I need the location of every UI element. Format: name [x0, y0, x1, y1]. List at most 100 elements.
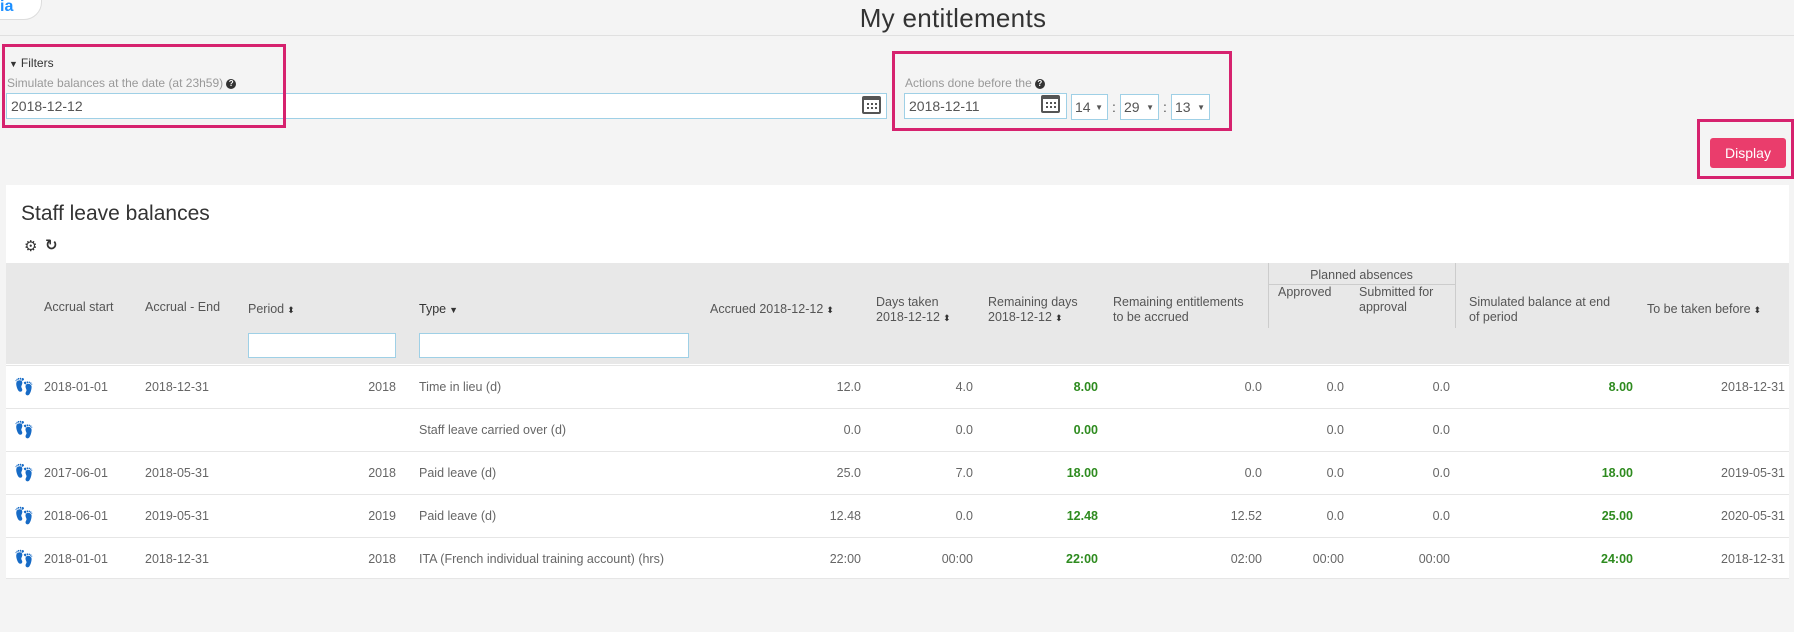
- cell-remaining: 8.00: [1073, 380, 1098, 394]
- gear-icon[interactable]: ⚙: [24, 239, 37, 254]
- cell-to-be-taken: 2020-05-31: [1721, 509, 1785, 523]
- cell-simulated: 24:00: [1601, 552, 1633, 566]
- table-row[interactable]: 👣 Staff leave carried over (d) 0.0 0.0 0…: [6, 408, 1789, 451]
- cell-simulated: 18.00: [1601, 466, 1633, 480]
- table-row[interactable]: 👣 2018-01-01 2018-12-31 2018 ITA (French…: [6, 537, 1789, 580]
- sort-icon: ⬍: [942, 313, 951, 323]
- col-accrual-end[interactable]: Accrual - End: [145, 300, 220, 315]
- col-days-taken-line1: Days taken: [876, 295, 939, 309]
- cell-accrual-start: 2018-01-01: [44, 552, 108, 566]
- page-title: My entitlements: [859, 3, 1047, 33]
- sort-icon: ⬍: [1054, 313, 1063, 323]
- table-bottom-border: [6, 578, 1789, 579]
- cell-approved: 0.0: [1326, 423, 1344, 437]
- table-row[interactable]: 👣 2018-06-01 2019-05-31 2019 Paid leave …: [6, 494, 1789, 537]
- col-simulated-line2: of period: [1469, 310, 1518, 324]
- col-submitted-line1: Submitted for: [1359, 285, 1434, 299]
- col-submitted-line2: approval: [1359, 300, 1407, 314]
- balances-panel: Staff leave balances ⚙ ↻ Accrual start A…: [6, 185, 1789, 579]
- period-filter-input[interactable]: [248, 333, 396, 358]
- col-simulated: Simulated balance at end of period: [1469, 295, 1610, 325]
- cell-approved: 0.0: [1326, 509, 1344, 523]
- flip-flops-icon: 👣: [14, 508, 34, 525]
- highlight-box-actions: [892, 51, 1232, 131]
- cell-days-taken: 00:00: [941, 552, 973, 566]
- cell-remaining-ent: 0.0: [1244, 466, 1262, 480]
- header-divider: [0, 35, 1794, 36]
- type-filter-input[interactable]: [419, 333, 689, 358]
- col-type[interactable]: Type ▼: [419, 302, 458, 318]
- display-button[interactable]: Display: [1710, 138, 1786, 168]
- col-accrual-start[interactable]: Accrual start: [44, 300, 113, 315]
- planned-absences-label: Planned absences: [1310, 268, 1413, 282]
- cell-approved: 00:00: [1312, 552, 1344, 566]
- cell-type: Time in lieu (d): [419, 380, 502, 394]
- cell-remaining-ent: 02:00: [1230, 552, 1262, 566]
- cell-remaining-ent: 0.0: [1244, 380, 1262, 394]
- planned-absences-group: Planned absences: [1268, 265, 1455, 285]
- flip-flops-icon: 👣: [14, 379, 34, 396]
- flip-flops-icon: 👣: [14, 465, 34, 482]
- sort-icon: ⬍: [826, 305, 834, 315]
- cell-submitted: 0.0: [1432, 509, 1450, 523]
- col-remaining-days[interactable]: Remaining days 2018-12-12 ⬍: [988, 295, 1078, 326]
- col-approved: Approved: [1278, 285, 1332, 299]
- cell-remaining: 22:00: [1066, 552, 1098, 566]
- col-to-be-taken[interactable]: To be taken before ⬍: [1647, 302, 1761, 318]
- cell-remaining: 12.48: [1066, 509, 1098, 523]
- cell-accrued: 22:00: [829, 552, 861, 566]
- table-row[interactable]: 👣 2018-01-01 2018-12-31 2018 Time in lie…: [6, 365, 1789, 408]
- cell-remaining: 0.00: [1073, 423, 1098, 437]
- cell-accrual-end: 2018-05-31: [145, 466, 209, 480]
- cell-period: 2018: [368, 380, 396, 394]
- sort-desc-icon: ▼: [449, 305, 459, 315]
- cell-period: 2019: [368, 509, 396, 523]
- cell-period: 2018: [368, 552, 396, 566]
- cell-submitted: 00:00: [1418, 552, 1450, 566]
- col-days-taken[interactable]: Days taken 2018-12-12 ⬍: [876, 295, 951, 326]
- col-submitted: Submitted for approval: [1359, 285, 1433, 315]
- cell-days-taken: 0.0: [955, 423, 973, 437]
- cell-period: 2018: [368, 466, 396, 480]
- col-remaining-entitlements: Remaining entitlements to be accrued: [1113, 295, 1244, 325]
- calendar-icon[interactable]: [862, 96, 881, 114]
- cell-accrual-end: 2019-05-31: [145, 509, 209, 523]
- col-remaining-ent-line2: to be accrued: [1113, 310, 1189, 324]
- panel-title: Staff leave balances: [21, 202, 210, 225]
- cell-type: Paid leave (d): [419, 509, 497, 523]
- col-remaining-ent-line1: Remaining entitlements: [1113, 295, 1244, 309]
- col-simulated-line1: Simulated balance at end: [1469, 295, 1611, 309]
- cell-submitted: 0.0: [1432, 466, 1450, 480]
- cell-accrued: 0.0: [843, 423, 861, 437]
- cell-to-be-taken: 2018-12-31: [1721, 380, 1785, 394]
- cell-days-taken: 0.0: [955, 509, 973, 523]
- col-remaining-line2: 2018-12-12: [988, 310, 1052, 324]
- cell-accrual-start: 2018-06-01: [44, 509, 108, 523]
- sort-icon: ⬍: [1753, 305, 1762, 315]
- cell-accrual-start: 2018-01-01: [44, 380, 108, 394]
- cell-accrual-end: 2018-12-31: [145, 380, 209, 394]
- header-divider: [1455, 263, 1456, 328]
- cell-accrued: 25.0: [836, 466, 861, 480]
- col-type-label: Type: [419, 302, 447, 316]
- cell-to-be-taken: 2018-12-31: [1721, 552, 1785, 566]
- cell-accrued: 12.48: [829, 509, 861, 523]
- cell-days-taken: 4.0: [955, 380, 973, 394]
- cell-approved: 0.0: [1326, 466, 1344, 480]
- cell-submitted: 0.0: [1432, 380, 1450, 394]
- flip-flops-icon: 👣: [14, 422, 34, 439]
- table-row[interactable]: 👣 2017-06-01 2018-05-31 2018 Paid leave …: [6, 451, 1789, 494]
- col-accrued[interactable]: Accrued 2018-12-12 ⬍: [710, 302, 834, 318]
- cell-type: Paid leave (d): [419, 466, 497, 480]
- cell-accrued: 12.0: [836, 380, 861, 394]
- cell-simulated: 8.00: [1608, 380, 1633, 394]
- cell-simulated: 25.00: [1601, 509, 1633, 523]
- col-period[interactable]: Period ⬍: [248, 302, 295, 318]
- sort-icon: ⬍: [287, 305, 295, 315]
- cell-type: ITA (French individual training account)…: [419, 552, 665, 566]
- flip-flops-icon: 👣: [14, 551, 34, 568]
- refresh-icon[interactable]: ↻: [45, 238, 58, 253]
- cell-remaining-ent: 12.52: [1230, 509, 1262, 523]
- cell-accrual-end: 2018-12-31: [145, 552, 209, 566]
- cell-days-taken: 7.0: [955, 466, 973, 480]
